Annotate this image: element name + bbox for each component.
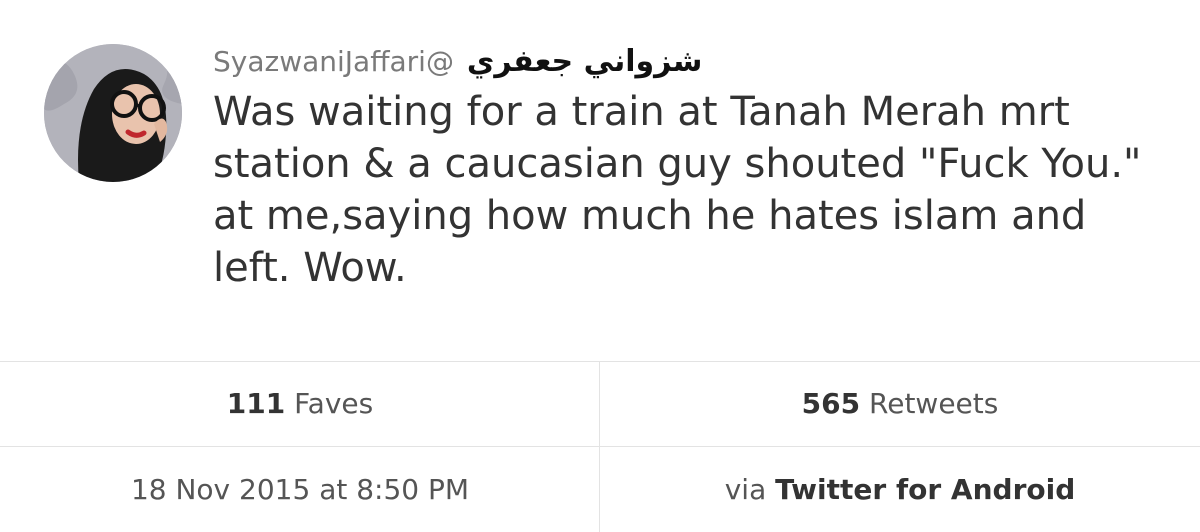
retweets-label: Retweets xyxy=(869,387,999,420)
tweet-timestamp[interactable]: 18 Nov 2015 at 8:50 PM xyxy=(0,447,600,532)
faves-label: Faves xyxy=(294,387,374,420)
tweet-source[interactable]: via Twitter for Android xyxy=(600,447,1200,532)
user-avatar-icon xyxy=(44,44,182,182)
client-name: Twitter for Android xyxy=(775,473,1076,506)
retweets-stat[interactable]: 565 Retweets xyxy=(600,362,1200,446)
author-handle[interactable]: SyazwaniJaffari@ xyxy=(213,45,454,78)
via-prefix: via xyxy=(724,473,767,506)
author-display-name[interactable]: شزواني جعفري xyxy=(467,44,702,79)
retweets-count: 565 xyxy=(801,387,861,420)
faves-count: 111 xyxy=(226,387,286,420)
faves-stat[interactable]: 111 Faves xyxy=(0,362,600,446)
tweet-card: SyazwaniJaffari@ شزواني جعفري Was waitin… xyxy=(0,0,1200,360)
avatar[interactable] xyxy=(44,44,182,182)
tweet-text: Was waiting for a train at Tanah Merah m… xyxy=(213,89,1142,291)
tweet-author: SyazwaniJaffari@ شزواني جعفري xyxy=(213,40,702,84)
